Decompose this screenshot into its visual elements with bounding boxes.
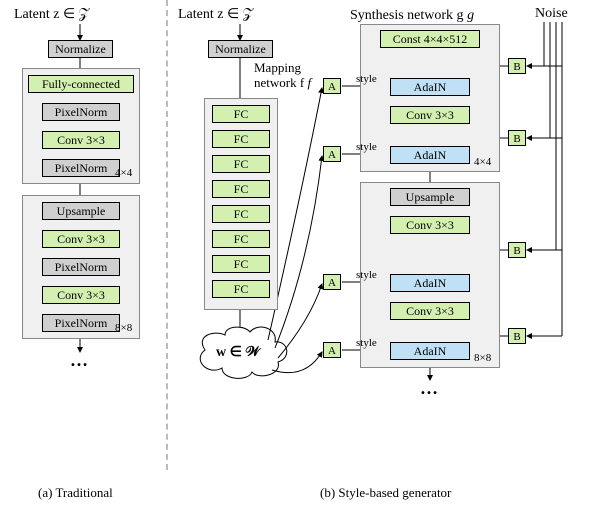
pixelnorm-1a: PixelNorm — [42, 103, 120, 121]
res-8-b: 8×8 — [474, 352, 491, 364]
fc-7: FC — [212, 255, 270, 273]
fc-box-a: Fully-connected — [28, 75, 134, 93]
latent-label-a: Latent z ∈ 𝒵 — [14, 7, 89, 22]
fc-8: FC — [212, 280, 270, 298]
res-4-a: 4×4 — [115, 167, 132, 179]
res-4-b: 4×4 — [474, 156, 491, 168]
caption-a: (a) Traditional — [38, 485, 113, 501]
b-box-4: B — [508, 328, 526, 344]
a-box-4: A — [323, 342, 341, 358]
dots-a: … — [70, 350, 90, 371]
upsample-a: Upsample — [42, 202, 120, 220]
style-2: style — [356, 141, 377, 153]
mapping-label: Mapping — [254, 60, 301, 76]
fc-6: FC — [212, 230, 270, 248]
adain-4: AdaIN — [390, 342, 470, 360]
b-box-1: B — [508, 58, 526, 74]
conv-3a: Conv 3×3 — [42, 286, 120, 304]
const-box: Const 4×4×512 — [380, 30, 480, 48]
dots-b: … — [420, 378, 440, 399]
fc-2: FC — [212, 130, 270, 148]
caption-b: (b) Style-based generator — [320, 485, 451, 501]
adain-3: AdaIN — [390, 274, 470, 292]
b-box-3: B — [508, 242, 526, 258]
pixelnorm-3a: PixelNorm — [42, 258, 120, 276]
fc-4: FC — [212, 180, 270, 198]
network-f-label: network f f — [254, 75, 311, 91]
synthesis-label: Synthesis network g g — [350, 8, 474, 24]
pixelnorm-2a: PixelNorm — [42, 159, 120, 177]
adain-2: AdaIN — [390, 146, 470, 164]
res-8-a: 8×8 — [115, 322, 132, 334]
style-1: style — [356, 73, 377, 85]
fc-5: FC — [212, 205, 270, 223]
a-box-1: A — [323, 78, 341, 94]
fc-1: FC — [212, 105, 270, 123]
upsample-b: Upsample — [390, 188, 470, 206]
conv-1a: Conv 3×3 — [42, 131, 120, 149]
conv-3b: Conv 3×3 — [390, 302, 470, 320]
b-box-2: B — [508, 130, 526, 146]
style-3: style — [356, 269, 377, 281]
normalize-box-a: Normalize — [48, 40, 113, 58]
w-latent: w ∈ 𝒲 — [216, 344, 260, 361]
a-box-2: A — [323, 146, 341, 162]
noise-label: Noise — [535, 6, 568, 22]
conv-2b: Conv 3×3 — [390, 216, 470, 234]
adain-1: AdaIN — [390, 78, 470, 96]
conv-2a: Conv 3×3 — [42, 230, 120, 248]
latent-label-b: Latent z ∈ 𝒵 — [178, 7, 253, 22]
fc-3: FC — [212, 155, 270, 173]
style-4: style — [356, 337, 377, 349]
a-box-3: A — [323, 274, 341, 290]
normalize-box-b: Normalize — [208, 40, 273, 58]
conv-1b: Conv 3×3 — [390, 106, 470, 124]
pixelnorm-4a: PixelNorm — [42, 314, 120, 332]
